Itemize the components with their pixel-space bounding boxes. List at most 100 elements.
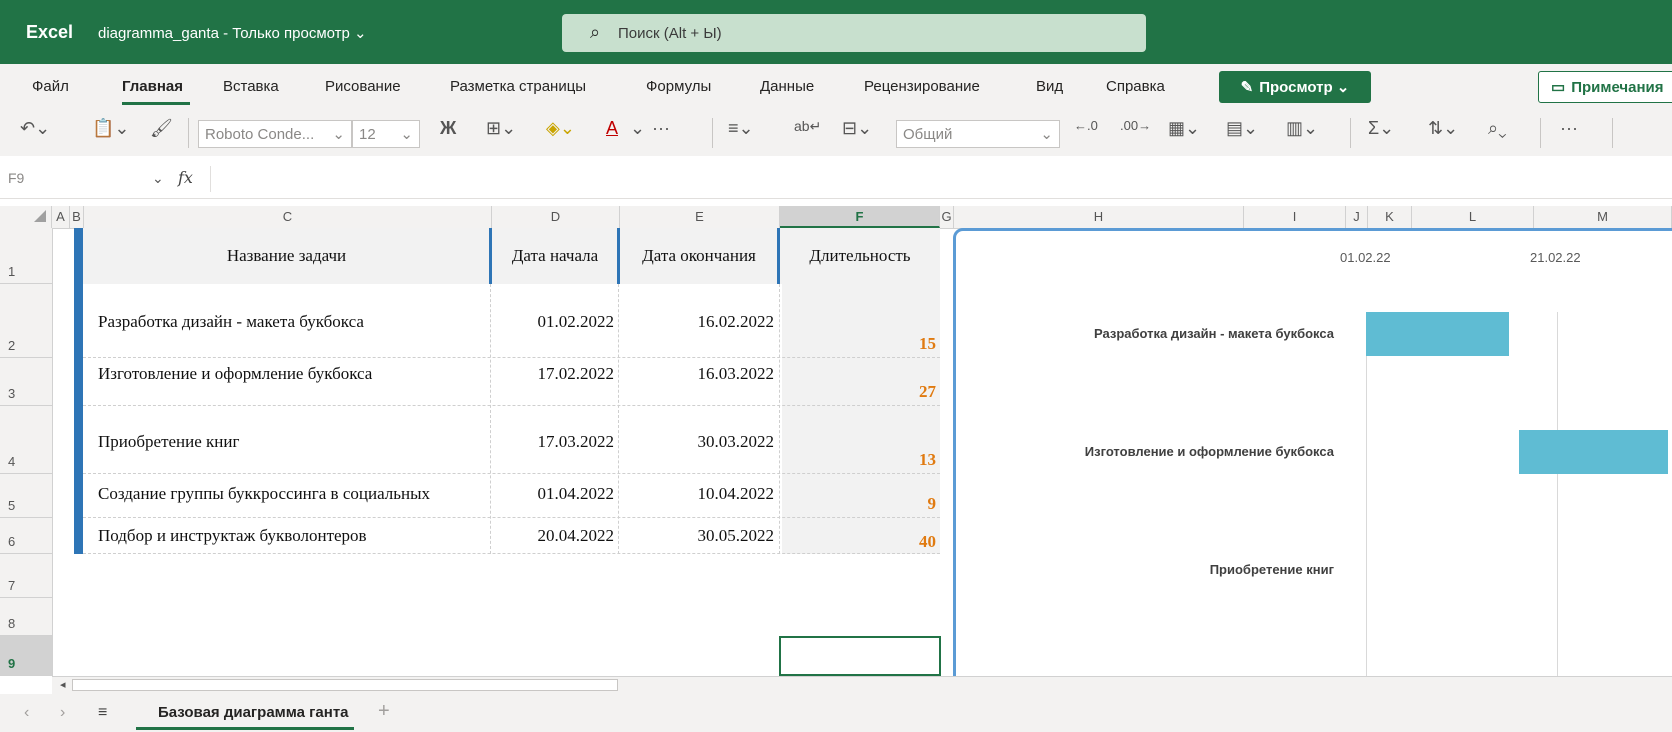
sort-filter-icon[interactable]: ⇅⌄ [1428,118,1458,139]
header-end-date[interactable]: Дата окончания [620,228,778,284]
comment-icon: ▭ [1551,79,1566,96]
cell-duration[interactable]: 40 [782,532,936,552]
header-task-name[interactable]: Название задачи [83,228,490,284]
column-header-h[interactable]: H [954,206,1244,228]
name-box[interactable]: F9 [8,170,24,186]
tab-home[interactable]: Главная [122,78,183,95]
tab-page-layout[interactable]: Разметка страницы [450,78,586,95]
sum-icon[interactable]: Σ⌄ [1368,118,1394,139]
row-header-6[interactable]: 6 [0,518,52,554]
column-header-g[interactable]: G [940,206,954,228]
fill-color-icon[interactable]: ◈⌄ [546,118,575,139]
chevron-down-icon[interactable]: ⌄ [630,118,645,139]
prev-sheet-icon[interactable]: ‹ [24,704,29,722]
row-header-2[interactable]: 2 [0,284,52,358]
cell-start[interactable]: 20.04.2022 [492,526,615,546]
cell-start[interactable]: 01.04.2022 [492,484,615,504]
column-header-i[interactable]: I [1244,206,1346,228]
sheet-list-icon[interactable]: ≡ [98,704,107,722]
comments-button[interactable]: ▭ Примечания [1538,71,1672,103]
column-header-a[interactable]: A [52,206,70,228]
decrease-decimal-icon[interactable]: ←.0 [1074,118,1098,133]
scroll-left-icon[interactable]: ◂ [60,678,66,691]
merge-icon[interactable]: ⊟⌄ [842,118,872,139]
chevron-down-icon[interactable]: ⌄ [152,170,164,187]
selected-cell-f9[interactable] [779,636,941,676]
gantt-bar[interactable] [1518,430,1668,474]
column-header-f[interactable]: F [780,206,940,228]
find-icon[interactable]: ⌕⌄ [1488,118,1507,139]
column-header-m[interactable]: M [1534,206,1672,228]
row-header-4[interactable]: 4 [0,406,52,474]
cell-task[interactable]: Приобретение книг [98,432,488,452]
conditional-format-icon[interactable]: ▦⌄ [1168,118,1200,139]
format-painter-icon[interactable]: 🖌 [150,118,173,139]
tab-formulas[interactable]: Формулы [646,78,711,95]
cell-start[interactable]: 17.03.2022 [492,432,615,452]
cell-duration[interactable]: 27 [782,382,936,402]
cell-duration[interactable]: 13 [782,450,936,470]
column-header-b[interactable]: B [70,206,84,228]
more-font-icon[interactable]: ··· [652,118,670,139]
header-start-date[interactable]: Дата начала [492,228,618,284]
row-header-3[interactable]: 3 [0,358,52,406]
cell-task[interactable]: Подбор и инструктаж букволонтеров [98,526,488,546]
tab-data[interactable]: Данные [760,78,814,95]
font-size-select[interactable]: 12 ⌄ [352,120,420,148]
cell-end[interactable]: 30.03.2022 [620,432,775,452]
row-header-1[interactable]: 1 [0,228,52,284]
row-header-7[interactable]: 7 [0,554,52,598]
cell-task[interactable]: Изготовление и оформление букбокса [98,364,488,384]
cell-end[interactable]: 10.04.2022 [620,484,775,504]
column-header-k[interactable]: K [1368,206,1412,228]
row-header-9[interactable]: 9 [0,636,52,676]
tab-insert[interactable]: Вставка [223,78,279,95]
tab-review[interactable]: Рецензирование [864,78,980,95]
cell-start[interactable]: 17.02.2022 [492,364,615,384]
column-header-e[interactable]: E [620,206,780,228]
number-format-select[interactable]: Общий ⌄ [896,120,1060,148]
borders-icon[interactable]: ⊞⌄ [486,118,516,139]
gantt-bar[interactable] [1366,312,1510,356]
cell-end[interactable]: 16.02.2022 [620,312,775,332]
next-sheet-icon[interactable]: › [60,704,65,722]
font-color-icon[interactable]: A [606,118,618,139]
tab-view[interactable]: Вид [1036,78,1063,95]
wrap-text-icon[interactable]: ab↵ [794,118,821,135]
more-options-icon[interactable]: ··· [1560,118,1578,139]
cell-end[interactable]: 30.05.2022 [620,526,775,546]
row-header-8[interactable]: 8 [0,598,52,636]
scrollbar-thumb[interactable] [72,679,618,691]
increase-decimal-icon[interactable]: .00→ [1120,118,1151,133]
formula-bar[interactable] [0,158,1672,199]
tab-help[interactable]: Справка [1106,78,1165,95]
tab-draw[interactable]: Рисование [325,78,401,95]
column-header-c[interactable]: C [84,206,492,228]
header-duration[interactable]: Длительность [780,228,940,284]
column-header-d[interactable]: D [492,206,620,228]
bold-button[interactable]: Ж [440,118,456,139]
cell-task[interactable]: Разработка дизайн - макета букбокса [98,312,488,332]
app-name[interactable]: Excel [26,22,73,43]
cell-task[interactable]: Создание группы буккроссинга в социальны… [98,484,488,504]
font-name-select[interactable]: Roboto Conde... ⌄ [198,120,352,148]
cell-end[interactable]: 16.03.2022 [620,364,775,384]
document-title[interactable]: diagramma_ganta - Только просмотр ⌄ [98,24,367,42]
chevron-down-icon: ⌄ [400,126,413,143]
align-icon[interactable]: ≡⌄ [728,118,754,139]
cell-styles-icon[interactable]: ▥⌄ [1286,118,1318,139]
cell-duration[interactable]: 15 [782,334,936,354]
sheet-tab[interactable]: Базовая диаграмма ганта [158,704,349,721]
undo-icon[interactable]: ↶⌄ [20,118,50,139]
fx-icon[interactable]: fx [178,168,193,187]
row-header-5[interactable]: 5 [0,474,52,518]
add-sheet-button[interactable]: + [378,700,390,723]
tab-file[interactable]: Файл [32,78,69,95]
clipboard-icon[interactable]: 📋⌄ [92,118,130,139]
cell-start[interactable]: 01.02.2022 [492,312,615,332]
view-mode-button[interactable]: ✎ Просмотр ⌄ [1219,71,1371,103]
column-header-l[interactable]: L [1412,206,1534,228]
format-table-icon[interactable]: ▤⌄ [1226,118,1258,139]
cell-duration[interactable]: 9 [782,494,937,514]
column-header-j[interactable]: J [1346,206,1368,228]
